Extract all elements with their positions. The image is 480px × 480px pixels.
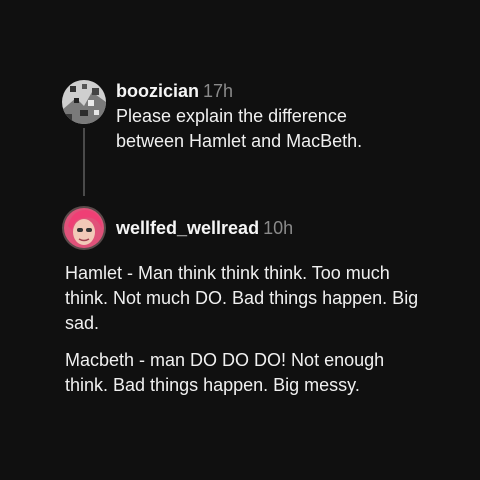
post-header: wellfed_wellread 10h [116, 217, 293, 239]
thread-line [83, 128, 85, 196]
username[interactable]: boozician [116, 81, 199, 101]
user-avatar[interactable] [62, 80, 106, 124]
reply-paragraph-1: Hamlet - Man think think think. Too much… [65, 263, 419, 333]
reply-paragraph-2: Macbeth - man DO DO DO! Not enough think… [65, 350, 385, 395]
timestamp: 17h [203, 81, 234, 101]
timestamp: 10h [263, 218, 294, 238]
post-header: boozician 17h [116, 80, 233, 102]
user-avatar[interactable] [62, 206, 106, 250]
pink-hair-avatar-icon [62, 206, 106, 250]
post-text: Please explain the difference between Ha… [116, 106, 363, 151]
patterned-avatar-icon [62, 80, 106, 124]
username[interactable]: wellfed_wellread [116, 218, 259, 238]
